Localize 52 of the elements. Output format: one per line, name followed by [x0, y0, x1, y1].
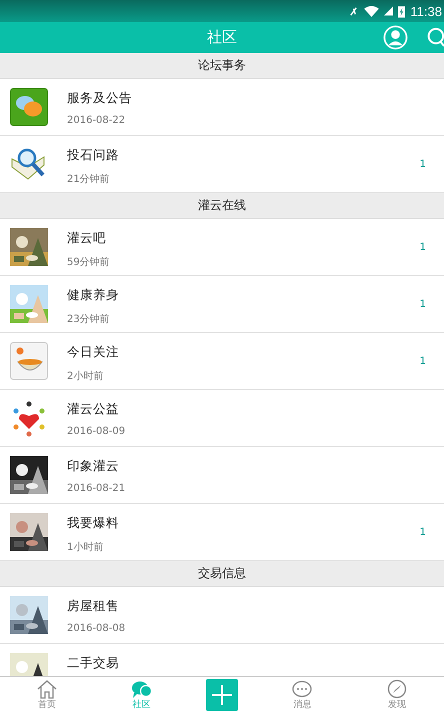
post-time: 21分钟前 — [67, 172, 111, 186]
forum-name: 服务及公告 — [67, 90, 133, 107]
post-time: 2016-08-09 — [67, 426, 126, 437]
forum-row[interactable]: 灌云公益 2016-08-09 — [0, 390, 444, 447]
forum-name: 灌云吧 — [67, 230, 107, 247]
forum-row[interactable]: 印象灌云 2016-08-21 — [0, 447, 444, 504]
add-button[interactable] — [206, 677, 238, 711]
wifi-icon — [364, 6, 380, 16]
forum-name: 投石问路 — [67, 147, 120, 164]
post-time: 2016-08-22 — [67, 115, 126, 126]
forum-name: 印象灌云 — [67, 458, 120, 475]
compass-icon — [386, 679, 408, 699]
bowl-icon — [10, 342, 48, 380]
forum-name: 灌云公益 — [67, 401, 120, 418]
nav-tab[interactable]: 首页 — [17, 677, 78, 710]
nav-tab[interactable]: 消息 — [272, 677, 332, 710]
post-time: 23分钟前 — [67, 312, 111, 326]
post-time: 2016-08-21 — [67, 483, 126, 494]
section-title: 交易信息 — [198, 565, 246, 582]
forum-row[interactable]: 房屋租售 2016-08-08 — [0, 587, 444, 644]
page-title: 社区 — [207, 28, 237, 47]
chat-bubbles-icon — [10, 88, 48, 126]
search-icon[interactable] — [426, 25, 444, 49]
section-title: 灌云在线 — [198, 197, 246, 214]
post-time: 1小时前 — [67, 540, 104, 554]
forum-name: 健康养身 — [67, 287, 120, 304]
battery-icon — [398, 4, 406, 18]
forum-name: 二手交易 — [67, 655, 120, 672]
unread-count: 1 — [420, 526, 426, 538]
post-time: 59分钟前 — [67, 256, 111, 269]
post-time: 2016-08-08 — [67, 623, 126, 634]
chat-bubbles-icon — [130, 679, 153, 699]
unread-count: 1 — [420, 158, 426, 170]
nav-tab[interactable]: 发现 — [366, 677, 427, 710]
forum-row[interactable]: 服务及公告 2016-08-22 — [0, 79, 444, 136]
unread-count: 1 — [420, 242, 426, 252]
forum-row[interactable]: 灌云吧 59分钟前 1 — [0, 219, 444, 276]
unread-count: 1 — [420, 298, 426, 310]
forum-name: 房屋租售 — [67, 598, 120, 615]
forum-row[interactable]: 今日关注 2小时前 1 — [0, 333, 444, 390]
profile-icon[interactable] — [383, 25, 408, 50]
home-icon — [36, 679, 58, 699]
signal-icon — [384, 6, 394, 16]
status-time: 11:38 — [410, 4, 442, 18]
forum-name: 今日关注 — [67, 344, 120, 361]
section-title: 论坛事务 — [198, 57, 246, 74]
post-time: 2小时前 — [67, 370, 104, 383]
message-icon — [291, 679, 314, 699]
mute-icon — [348, 6, 360, 16]
unread-count: 1 — [420, 356, 426, 366]
forum-name: 我要爆料 — [67, 515, 120, 532]
forum-row[interactable]: 健康养身 23分钟前 1 — [0, 276, 444, 333]
